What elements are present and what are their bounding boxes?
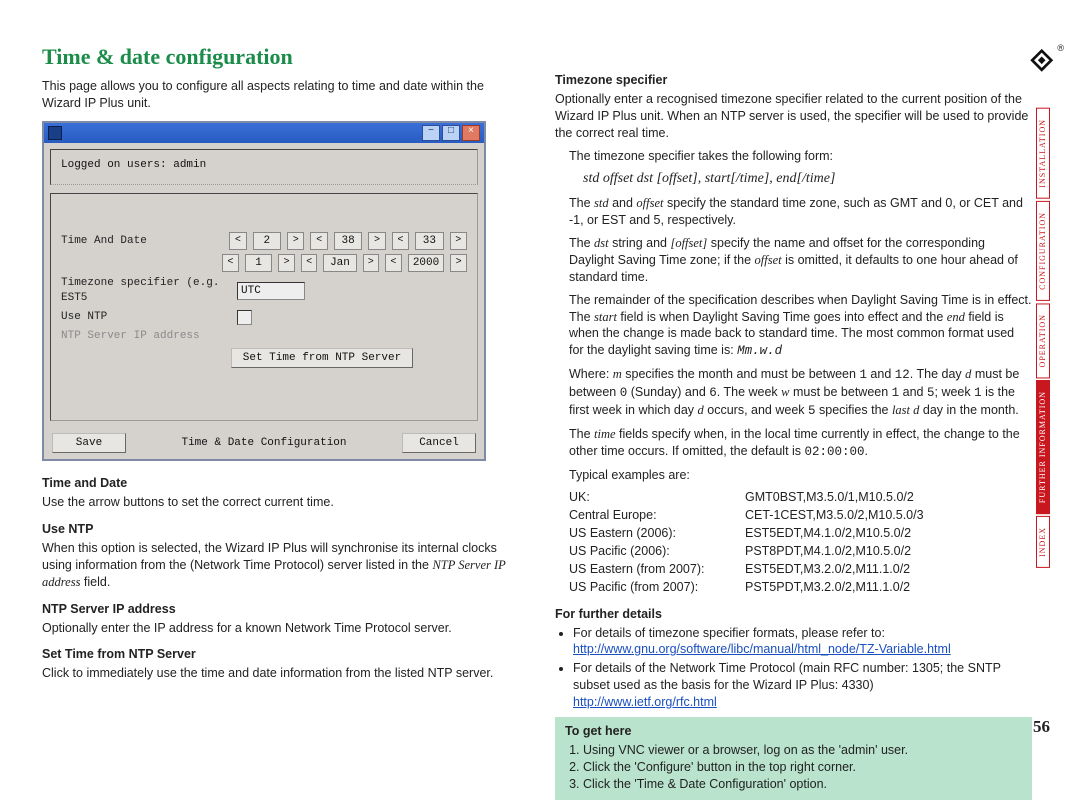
time-date-heading: Time and Date <box>42 475 519 492</box>
sec-dec-button[interactable]: < <box>392 232 409 250</box>
window-maximize-icon[interactable]: □ <box>442 125 460 141</box>
window-minimize-icon[interactable]: − <box>422 125 440 141</box>
save-button[interactable]: Save <box>52 433 126 453</box>
further-details-heading: For further details <box>555 606 1032 623</box>
set-time-from-ntp-button[interactable]: Set Time from NTP Server <box>231 348 413 368</box>
timezone-heading: Timezone specifier <box>555 72 1032 89</box>
hour-dec-button[interactable]: < <box>229 232 246 250</box>
brand-logo-icon <box>1018 48 1054 84</box>
ietf-rfc-link[interactable]: http://www.ietf.org/rfc.html <box>573 695 717 709</box>
hour-value: 2 <box>253 232 282 250</box>
year-inc-button[interactable]: > <box>450 254 467 272</box>
intro-text: This page allows you to configure all as… <box>42 78 519 112</box>
set-time-desc: Click to immediately use the time and da… <box>42 665 519 682</box>
time-date-desc: Use the arrow buttons to set the correct… <box>42 494 519 511</box>
cancel-button[interactable]: Cancel <box>402 433 476 453</box>
ntp-ip-desc: Optionally enter the IP address for a kn… <box>42 620 519 637</box>
use-ntp-desc: When this option is selected, the Wizard… <box>42 540 519 591</box>
use-ntp-checkbox[interactable] <box>237 310 252 325</box>
timezone-input[interactable]: UTC <box>237 282 305 300</box>
min-value: 38 <box>334 232 363 250</box>
use-ntp-heading: Use NTP <box>42 521 519 538</box>
year-dec-button[interactable]: < <box>385 254 402 272</box>
tab-operation[interactable]: OPERATION <box>1036 303 1050 378</box>
tab-index[interactable]: INDEX <box>1036 516 1050 568</box>
set-time-heading: Set Time from NTP Server <box>42 646 519 663</box>
config-screenshot: − □ × Logged on users: admin Time And Da… <box>42 121 486 461</box>
dialog-title: Time & Date Configuration <box>181 436 346 451</box>
timezone-specifier-label: Timezone specifier (e.g. EST5 <box>61 276 231 306</box>
ntp-server-ip-label: NTP Server IP address <box>61 329 231 344</box>
sec-value: 33 <box>415 232 444 250</box>
tab-further-information[interactable]: FURTHER INFORMATION <box>1036 380 1050 514</box>
use-ntp-label: Use NTP <box>61 310 231 325</box>
to-get-here-box: To get here Using VNC viewer or a browse… <box>555 717 1032 800</box>
day-inc-button[interactable]: > <box>278 254 295 272</box>
tab-configuration[interactable]: CONFIGURATION <box>1036 201 1050 301</box>
side-nav-tabs: INSTALLATION CONFIGURATION OPERATION FUR… <box>1036 108 1050 568</box>
min-dec-button[interactable]: < <box>310 232 327 250</box>
month-value: Jan <box>323 254 356 272</box>
tz-format-expression: std offset dst [offset], start[/time], e… <box>583 170 1032 189</box>
ntp-ip-heading: NTP Server IP address <box>42 601 519 618</box>
logged-on-users: Logged on users: admin <box>50 149 478 185</box>
day-dec-button[interactable]: < <box>222 254 239 272</box>
window-close-icon[interactable]: × <box>462 125 480 141</box>
tz-examples-table: UK:GMT0BST,M3.5.0/1,M10.5.0/2 Central Eu… <box>569 489 1032 595</box>
hour-inc-button[interactable]: > <box>287 232 304 250</box>
month-inc-button[interactable]: > <box>363 254 380 272</box>
page-title: Time & date configuration <box>42 42 519 72</box>
registered-mark: ® <box>1057 42 1064 54</box>
tab-installation[interactable]: INSTALLATION <box>1036 108 1050 199</box>
month-dec-button[interactable]: < <box>301 254 318 272</box>
time-and-date-label: Time And Date <box>61 234 223 249</box>
day-value: 1 <box>245 254 273 272</box>
year-value: 2000 <box>408 254 445 272</box>
tz-variable-link[interactable]: http://www.gnu.org/software/libc/manual/… <box>573 642 951 656</box>
page-number: 56 <box>1033 716 1050 739</box>
sec-inc-button[interactable]: > <box>450 232 467 250</box>
window-app-icon <box>48 126 62 140</box>
min-inc-button[interactable]: > <box>368 232 385 250</box>
